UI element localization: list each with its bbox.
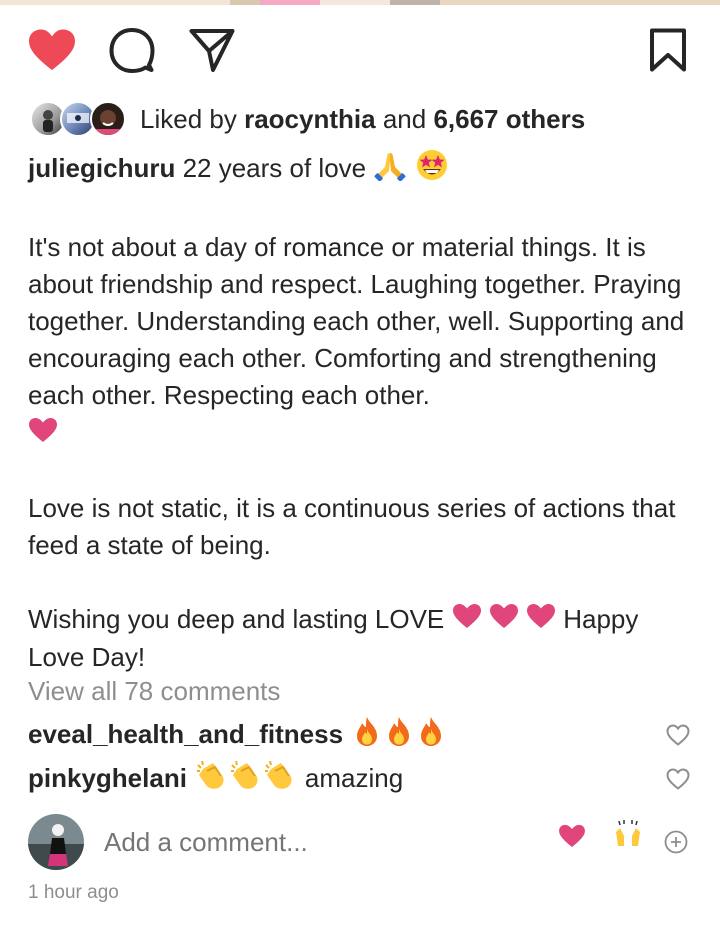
save-button[interactable] <box>640 22 696 78</box>
clapping-hands-emoji <box>229 759 263 798</box>
caption-paragraph-3a: Wishing you deep and lasting LOVE <box>28 603 445 634</box>
quick-reaction-heart-button[interactable] <box>558 824 586 853</box>
quick-reaction-raised-hands-button[interactable] <box>612 818 644 855</box>
comment-text: amazing <box>304 762 404 793</box>
caption-author-link[interactable]: juliegichuru <box>28 153 175 183</box>
clapping-hands-emoji <box>195 759 229 798</box>
comment-like-button[interactable] <box>666 766 690 797</box>
clapping-hands-emoji <box>263 759 297 798</box>
heart-outline-icon <box>666 768 690 790</box>
view-all-comments-link[interactable]: View all 78 comments <box>28 676 280 707</box>
liked-by-prefix: Liked by <box>140 103 237 134</box>
like-button[interactable] <box>24 22 80 78</box>
heart-emoji-icon <box>559 824 585 848</box>
star-struck-emoji <box>415 148 449 192</box>
post-caption: juliegichuru 22 years of love It's not a… <box>28 148 696 676</box>
liked-by-and: and <box>382 103 427 134</box>
post-timestamp: 1 hour ago <box>28 882 119 903</box>
avatar <box>28 814 84 870</box>
fire-emoji <box>351 715 383 754</box>
comment-row: eveal_health_and_fitness <box>28 714 692 754</box>
likes-summary[interactable]: Liked by raocynthia and 6,667 others <box>30 98 585 140</box>
post-action-bar <box>0 22 720 78</box>
post-image-edge <box>0 0 720 5</box>
share-button[interactable] <box>184 22 240 78</box>
comment-author-link[interactable]: eveal_health_and_fitness <box>28 719 343 750</box>
bookmark-icon <box>650 28 686 72</box>
comment-bubble-icon <box>109 28 155 73</box>
paper-plane-icon <box>189 29 235 72</box>
caption-paragraph-1: It's not about a day of romance or mater… <box>28 232 685 410</box>
caption-first-line: 22 years of love <box>182 152 367 183</box>
liker-avatars <box>30 99 130 139</box>
heart-outline-icon <box>666 724 690 746</box>
comment-like-button[interactable] <box>666 722 690 753</box>
caption-paragraph-2: Love is not static, it is a continuous s… <box>28 492 676 560</box>
comment-button[interactable] <box>104 22 160 78</box>
fire-emoji <box>415 715 447 754</box>
add-comment-input[interactable] <box>104 826 524 858</box>
liked-by-others-link[interactable]: 6,667 others <box>433 104 585 134</box>
pink-heart-emoji <box>28 416 58 453</box>
add-comment-row <box>28 812 692 872</box>
pink-heart-emoji <box>526 602 556 639</box>
plus-circle-icon <box>664 830 688 854</box>
fire-emoji <box>383 715 415 754</box>
more-reactions-button[interactable] <box>664 830 688 859</box>
liked-by-user-link[interactable]: raocynthia <box>244 104 376 134</box>
folded-hands-emoji <box>373 149 407 191</box>
comment-author-link[interactable]: pinkyghelani <box>28 763 187 794</box>
heart-filled-icon <box>29 29 75 70</box>
avatar <box>90 101 126 137</box>
pink-heart-emoji <box>489 602 519 639</box>
comment-row: pinkyghelani amazing <box>28 758 692 798</box>
raised-hands-icon <box>616 820 640 846</box>
pink-heart-emoji <box>452 602 482 639</box>
